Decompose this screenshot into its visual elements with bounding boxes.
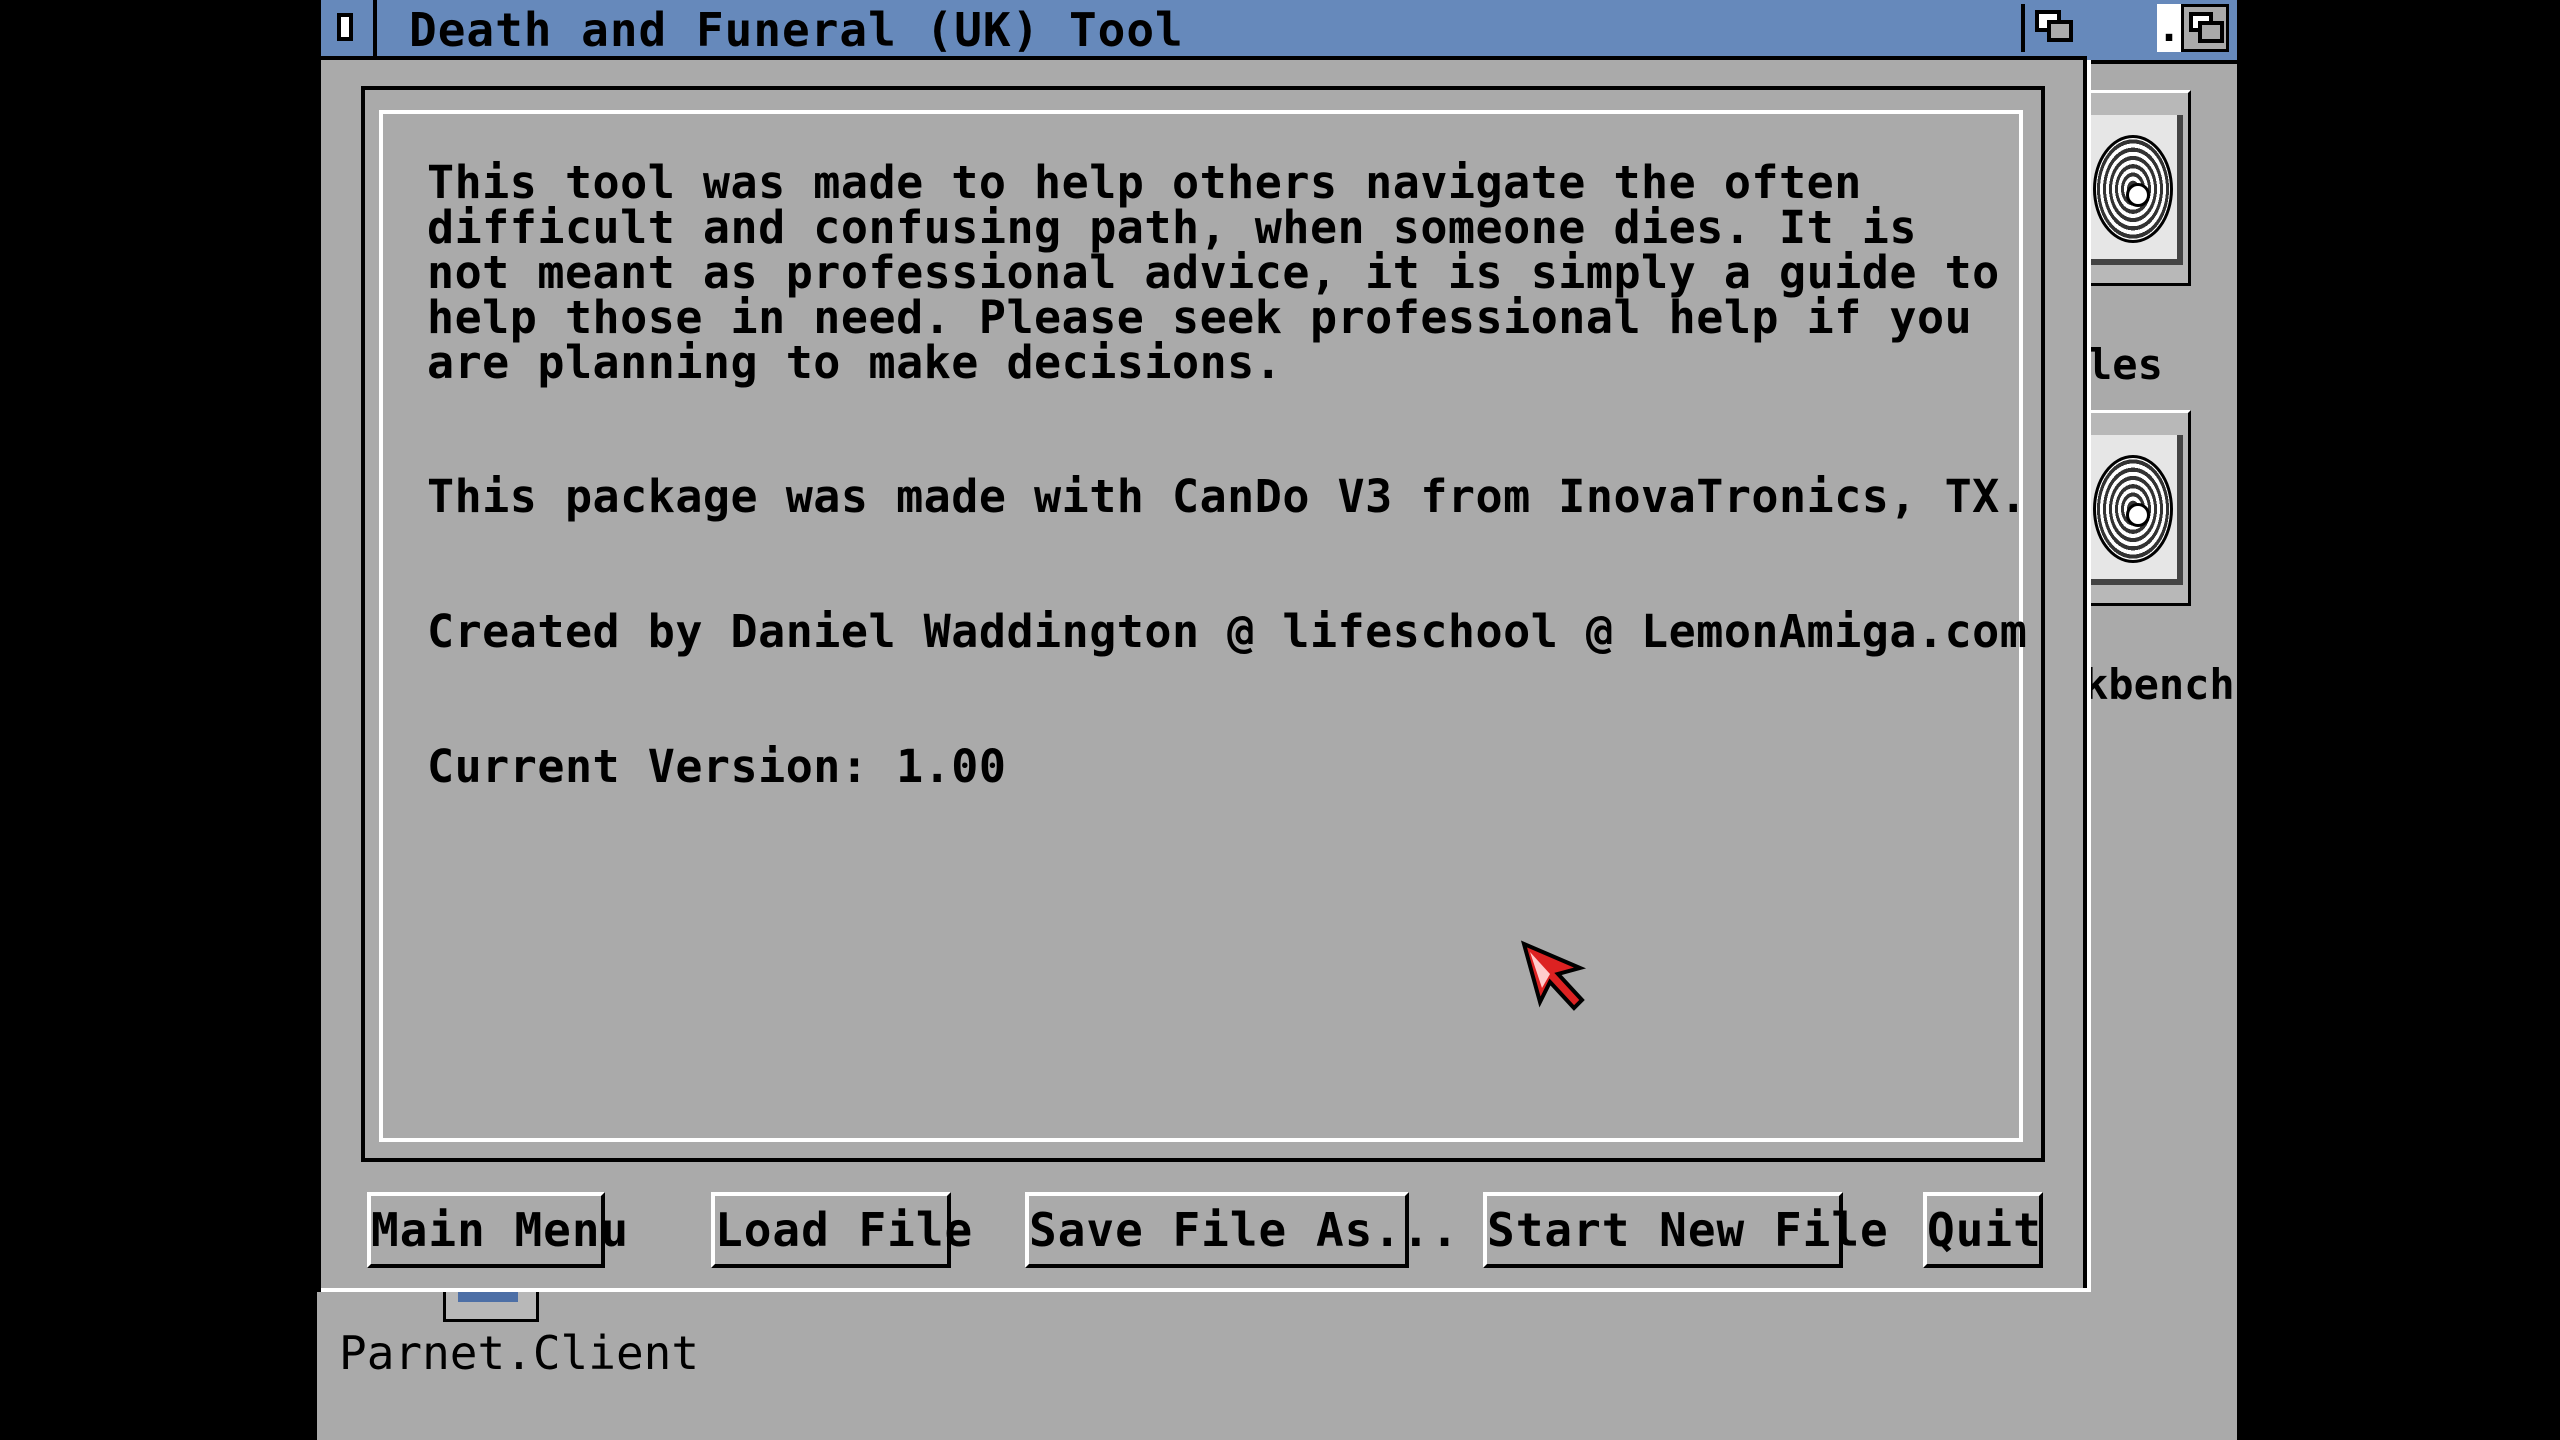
close-gadget-icon[interactable]: [321, 0, 377, 56]
window-titlebar[interactable]: Death and Funeral (UK) Tool: [321, 0, 2087, 60]
quit-button[interactable]: Quit: [1923, 1192, 2043, 1268]
load-file-button[interactable]: Load File: [711, 1192, 972, 1268]
start-new-file-button[interactable]: Start New File: [1483, 1192, 1888, 1268]
about-intro-text: This tool was made to help others naviga…: [427, 156, 2000, 389]
desktop-icon-label-files[interactable]: les: [2087, 340, 2163, 389]
desktop-icon-label-parnet-client[interactable]: Parnet.Client: [339, 1326, 699, 1380]
workbench-screen: .03 les kbench Parnet.Client Death and F…: [317, 0, 2237, 1440]
desktop-icon-label-workbench[interactable]: kbench: [2083, 660, 2235, 709]
about-version-text: Current Version: 1.00: [427, 740, 1007, 793]
screen-depth-gadget-right[interactable]: [2181, 4, 2229, 52]
about-panel-inner: This tool was made to help others naviga…: [379, 110, 2027, 1142]
save-file-as-button[interactable]: Save File As...: [1025, 1192, 1458, 1268]
main-menu-button[interactable]: Main Menu: [367, 1192, 628, 1268]
about-panel: This tool was made to help others naviga…: [361, 86, 2045, 1162]
parnet-client-icon[interactable]: [443, 1292, 539, 1322]
death-and-funeral-window: Death and Funeral (UK) Tool This tool wa…: [317, 0, 2091, 1292]
mouse-pointer-icon: [1520, 940, 1587, 1011]
hard-drive-icon[interactable]: [2087, 90, 2191, 286]
window-depth-gadget-icon[interactable]: [2021, 4, 2081, 52]
hard-drive-icon[interactable]: [2087, 410, 2191, 606]
about-credits-text: Created by Daniel Waddington @ lifeschoo…: [427, 605, 2028, 658]
about-built-with-text: This package was made with CanDo V3 from…: [427, 470, 2028, 523]
window-title: Death and Funeral (UK) Tool: [409, 3, 1184, 57]
